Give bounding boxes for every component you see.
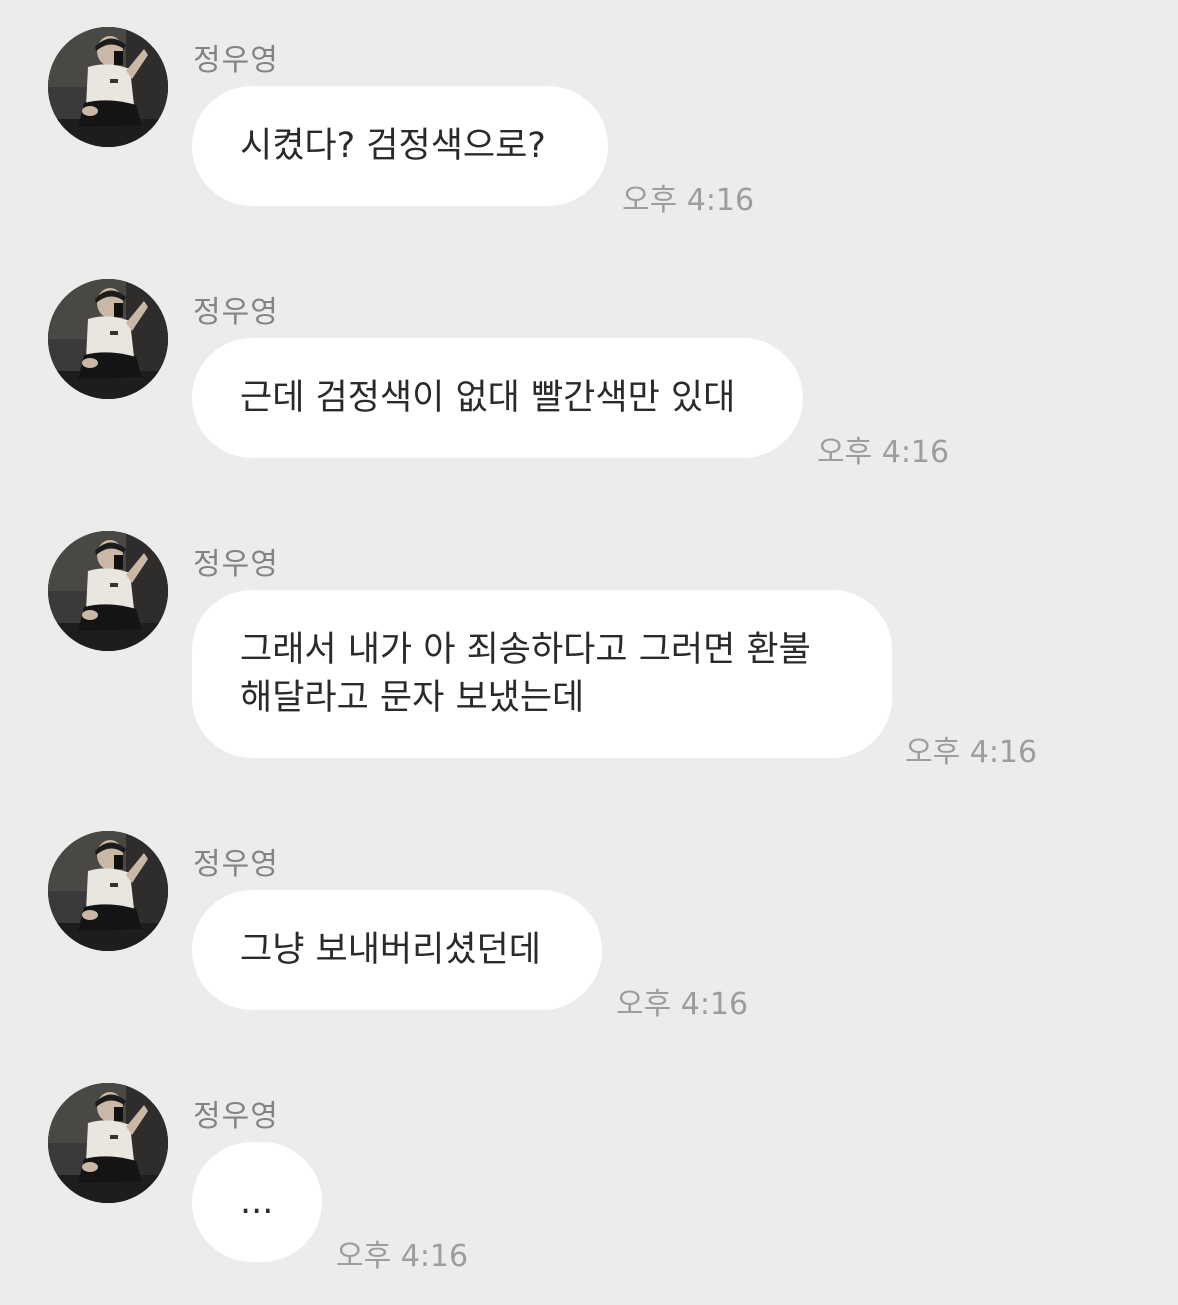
message-time: 오후 4:16	[336, 1239, 469, 1274]
message-bubble[interactable]: 그냥 보내버리셨던데	[192, 890, 602, 1010]
sender-avatar[interactable]	[48, 279, 168, 399]
message-bubble[interactable]: 그래서 내가 아 죄송하다고 그러면 환불 해달라고 문자 보냈는데	[192, 590, 892, 758]
chat-message-3: 정우영 그래서 내가 아 죄송하다고 그러면 환불 해달라고 문자 보냈는데 오…	[0, 504, 1178, 804]
message-bubble[interactable]: 근데 검정색이 없대 빨간색만 있대	[192, 338, 803, 458]
chat-message-5: 정우영 ... 오후 4:16	[0, 1056, 1178, 1305]
sender-name: 정우영	[193, 295, 279, 330]
chat-message-4: 정우영 그냥 보내버리셨던데 오후 4:16	[0, 804, 1178, 1056]
sender-avatar[interactable]	[48, 531, 168, 651]
sender-avatar[interactable]	[48, 27, 168, 147]
sender-avatar[interactable]	[48, 831, 168, 951]
message-text: ...	[240, 1182, 274, 1222]
message-time: 오후 4:16	[616, 987, 749, 1022]
sender-name: 정우영	[193, 847, 279, 882]
chat-message-2: 정우영 근데 검정색이 없대 빨간색만 있대 오후 4:16	[0, 252, 1178, 504]
profile-photo-icon	[48, 531, 168, 651]
message-bubble[interactable]: ...	[192, 1142, 322, 1262]
message-text-line-2: 해달라고 문자 보냈는데	[240, 678, 585, 718]
message-text: 근데 검정색이 없대 빨간색만 있대	[240, 378, 736, 418]
chat-message-1: 정우영 시켰다? 검정색으로? 오후 4:16	[0, 0, 1178, 252]
sender-name: 정우영	[193, 1099, 279, 1134]
message-time: 오후 4:16	[622, 183, 755, 218]
message-bubble[interactable]: 시켰다? 검정색으로?	[192, 86, 608, 206]
sender-avatar[interactable]	[48, 1083, 168, 1203]
message-time: 오후 4:16	[817, 435, 950, 470]
profile-photo-icon	[48, 27, 168, 147]
message-text: 그냥 보내버리셨던데	[240, 930, 541, 970]
message-text-line-1: 그래서 내가 아 죄송하다고 그러면 환불	[240, 630, 811, 670]
profile-photo-icon	[48, 831, 168, 951]
sender-name: 정우영	[193, 547, 279, 582]
profile-photo-icon	[48, 1083, 168, 1203]
profile-photo-icon	[48, 279, 168, 399]
message-time: 오후 4:16	[905, 735, 1038, 770]
message-text: 시켰다? 검정색으로?	[240, 126, 546, 166]
sender-name: 정우영	[193, 43, 279, 78]
